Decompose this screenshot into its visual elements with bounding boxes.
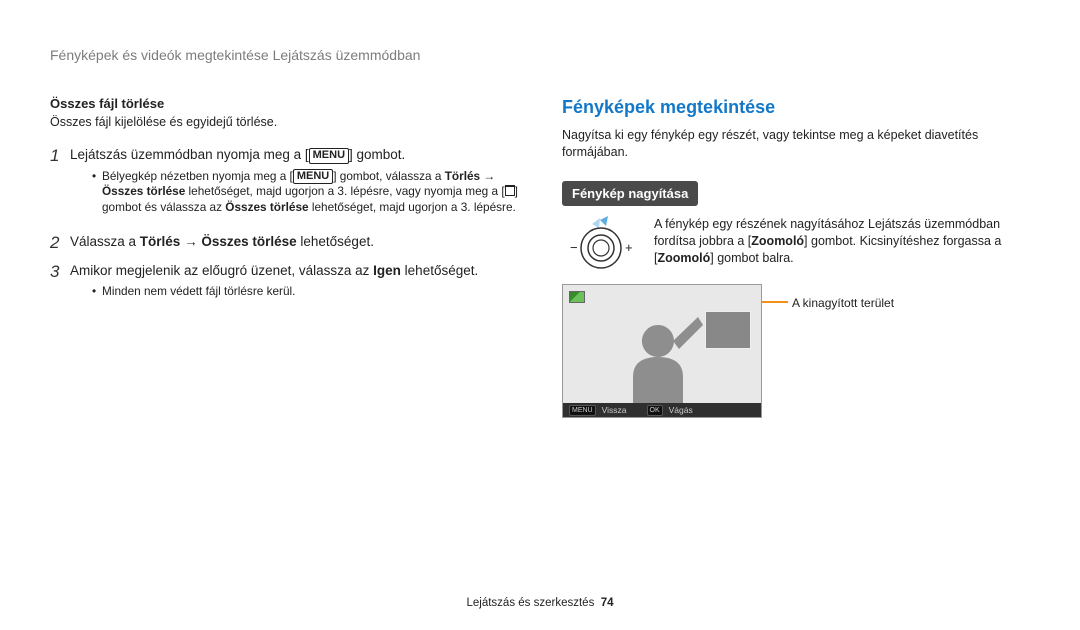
- step1-text-a: Lejátszás üzemmódban nyomja meg a [: [70, 147, 309, 162]
- trash-icon: [505, 185, 515, 196]
- section-intro: Nagyítsa ki egy fénykép egy részét, vagy…: [562, 127, 1030, 161]
- photo-silhouette: [603, 307, 713, 417]
- section-heading: Fényképek megtekintése: [562, 95, 1030, 119]
- page-number: 74: [601, 597, 614, 609]
- menu-button-icon: MENU: [569, 405, 596, 416]
- menu-icon: MENU: [293, 169, 333, 184]
- back-label: Vissza: [602, 405, 627, 416]
- page-footer: Lejátszás és szerkesztés 74: [0, 596, 1080, 612]
- zoom-area-indicator: [705, 311, 751, 349]
- step1-bullet: Bélyegkép nézetben nyomja meg a [MENU] g…: [92, 169, 518, 217]
- step-num: 3: [50, 261, 70, 310]
- ok-button-icon: OK: [647, 405, 663, 416]
- subheading-desc: Összes fájl kijelölése és egyidejű törlé…: [50, 114, 518, 131]
- step3-bullet: Minden nem védett fájl törlésre kerül.: [92, 284, 518, 300]
- right-column: Fényképek megtekintése Nagyítsa ki egy f…: [562, 95, 1030, 419]
- subheading-delete-all: Összes fájl törlése: [50, 95, 518, 113]
- step-1: 1 Lejátszás üzemmódban nyomja meg a [MEN…: [50, 145, 518, 226]
- svg-text:+: +: [625, 240, 633, 255]
- zoom-area-label: A kinagyított terület: [792, 295, 894, 311]
- zoom-dial-icon: − +: [562, 216, 640, 272]
- camera-screen-bar: MENU Vissza OK Vágás: [563, 403, 761, 417]
- step-2: 2 Válassza a Törlés → Összes törlése leh…: [50, 232, 518, 255]
- thumbnail-icon: [569, 291, 585, 303]
- zoom-instruction: A fénykép egy részének nagyításához Lejá…: [654, 216, 1030, 267]
- step-num: 1: [50, 145, 70, 226]
- footer-section: Lejátszás és szerkesztés: [466, 597, 594, 609]
- menu-icon: MENU: [309, 148, 349, 163]
- breadcrumb: Fényképek és videók megtekintése Lejátsz…: [50, 46, 1030, 65]
- step-3: 3 Amikor megjelenik az előugró üzenet, v…: [50, 261, 518, 310]
- callout-line: [762, 301, 788, 303]
- camera-screen-preview: MENU Vissza OK Vágás: [562, 284, 762, 418]
- step1-text-b: ] gombot.: [349, 147, 405, 162]
- cut-label: Vágás: [669, 405, 693, 416]
- step-num: 2: [50, 232, 70, 255]
- left-column: Összes fájl törlése Összes fájl kijelölé…: [50, 95, 518, 419]
- svg-text:−: −: [570, 240, 578, 255]
- callout-zoom: Fénykép nagyítása: [562, 181, 698, 207]
